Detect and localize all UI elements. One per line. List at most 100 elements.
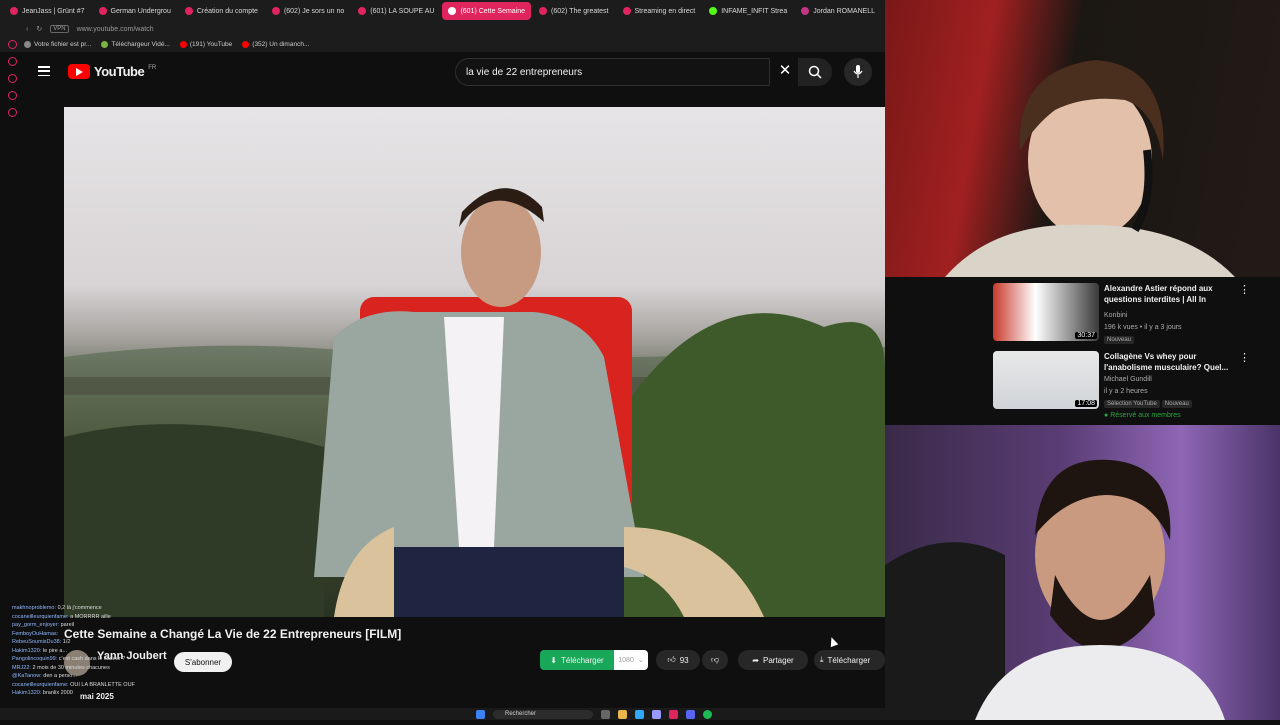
settings-icon[interactable] <box>7 108 17 117</box>
tab-label: JeanJass | Grünt #7 <box>22 7 85 15</box>
youtube-icon <box>242 40 250 48</box>
reload-icon[interactable]: ↻ <box>36 25 42 33</box>
opera-icon[interactable] <box>669 709 678 719</box>
browser-tab-active[interactable]: (601) Cette Semaine <box>442 2 532 20</box>
chat-message: Hakim1320: branlix 2000 <box>12 689 182 698</box>
bookmark-item[interactable]: Votre fichier est pr... <box>24 40 91 48</box>
browser-tab[interactable]: Jordan ROMANELL <box>795 2 881 20</box>
clear-search-icon[interactable]: ✕ <box>776 62 794 80</box>
bookmark-item[interactable]: (191) YouTube <box>179 40 233 48</box>
bookmark-item[interactable]: Téléchargeur Vidé... <box>101 40 170 48</box>
taskbar-search[interactable]: Rechercher <box>493 709 593 719</box>
chat-message: Hakim1320: le pire a... <box>12 647 182 656</box>
chat-user: MRJ22: <box>12 664 31 671</box>
bookmark-label: Téléchargeur Vidé... <box>111 40 170 48</box>
windows-taskbar: Rechercher <box>0 708 885 720</box>
search-button[interactable] <box>798 58 832 86</box>
chat-message: cocaneilleurquienfame: a MORRRR aille <box>12 613 182 622</box>
premiere-icon[interactable] <box>652 709 661 719</box>
x-icon[interactable] <box>7 74 17 83</box>
chat-message: MRJ22: 2 mois de 30 minutes chacunes <box>12 664 182 673</box>
youtube-wordmark: YouTube <box>94 64 145 79</box>
browser-tab[interactable]: German Undergrou <box>93 2 177 20</box>
discord-icon[interactable] <box>686 709 695 719</box>
recommended-video[interactable]: 17:08 Collagène Vs whey pour l'anabolism… <box>993 351 1273 419</box>
tab-label: INFAME_INFIT Strea <box>721 7 788 15</box>
browser-tab[interactable]: INFAME_INFIT Strea <box>703 2 793 20</box>
bookmarks-bar: Votre fichier est pr... Téléchargeur Vid… <box>0 36 885 52</box>
video-thumbnail[interactable]: 30:37 <box>993 283 1099 341</box>
browser-tab[interactable]: (602) The greatest <box>533 2 614 20</box>
new-badge: Nouveau <box>1104 336 1135 344</box>
address-bar[interactable]: ‹ ↻ VPN www.youtube.com/watch <box>0 22 885 36</box>
task-view-icon[interactable] <box>601 709 610 719</box>
windows-start-icon[interactable] <box>476 709 485 719</box>
recommended-panel: 30:37 Alexandre Astier répond aux questi… <box>978 277 1280 425</box>
spotify-icon[interactable] <box>703 709 712 719</box>
tiktok-icon[interactable] <box>7 57 17 66</box>
like-button[interactable]: 👍︎ 93 <box>656 650 700 670</box>
share-button[interactable]: ➦ Partager <box>738 650 808 670</box>
new-badge: Nouveau <box>1161 400 1192 408</box>
tab-label: (601) LA SOUPE AU <box>370 7 435 15</box>
browser-tab[interactable]: Création du compte <box>179 2 264 20</box>
vpn-badge[interactable]: VPN <box>50 25 69 33</box>
recommended-video[interactable]: 30:37 Alexandre Astier répond aux questi… <box>993 283 1273 347</box>
recommended-title[interactable]: Alexandre Astier répond aux questions in… <box>1104 283 1232 305</box>
chat-user: pay_gorm_enjoyer: <box>12 622 60 628</box>
chat-text: branlix 2000 <box>42 690 73 696</box>
history-icon[interactable] <box>7 91 17 100</box>
chat-user: RebeuSoumisDu38: <box>12 639 62 645</box>
browser-tab-bar: JeanJass | Grünt #7 German Undergrou Cré… <box>0 0 885 22</box>
subscribe-button[interactable]: S'abonner <box>174 652 232 672</box>
chevron-down-icon: ⌄ <box>637 657 644 664</box>
browser-tab[interactable]: (601) LA SOUPE AU <box>352 2 440 20</box>
members-icon: ● <box>1104 412 1109 419</box>
browser-tab[interactable]: JeanJass | Grünt #7 <box>4 2 91 20</box>
chat-message: Pangolincoquin99: c'est cash dans le cad… <box>12 655 182 664</box>
chat-user: cocaneilleurquienfame: <box>12 681 69 688</box>
chat-message: pay_gorm_enjoyer: pareil <box>12 621 182 630</box>
browser-tab[interactable]: (602) Je sors un no <box>266 2 350 20</box>
download-icon: ⤓ <box>820 655 824 664</box>
chat-text: den a perso... <box>43 673 77 679</box>
recommended-channel[interactable]: Michael Gundill <box>1104 376 1152 383</box>
bookmark-item[interactable]: (352) Un dimanch... <box>242 40 309 48</box>
back-icon[interactable]: ‹ <box>26 26 28 33</box>
download-extension-button[interactable]: ⬇ Télécharger <box>540 650 614 670</box>
messenger-icon[interactable] <box>7 40 17 49</box>
search-icon <box>808 65 822 79</box>
download-button[interactable]: ⤓ Télécharger <box>814 650 885 670</box>
youtube-logo[interactable]: YouTube FR <box>68 64 156 79</box>
download-label: Télécharger <box>561 655 604 665</box>
youtube-play-icon <box>68 64 90 79</box>
recommended-meta: 196 k vues • il y a 3 jours <box>1104 324 1182 331</box>
browser-sidebar <box>0 36 24 156</box>
tab-label: (602) Je sors un no <box>283 7 345 15</box>
youtube-tab-icon <box>358 7 367 15</box>
quality-select[interactable]: 1080 ⌄ <box>614 650 648 670</box>
more-options-icon[interactable]: ⋮ <box>1239 351 1250 364</box>
instagram-icon <box>801 7 810 15</box>
search-input[interactable]: la vie de 22 entrepreneurs <box>455 58 770 86</box>
webcam-person-top <box>945 60 1235 277</box>
video-player[interactable] <box>64 107 885 617</box>
more-options-icon[interactable]: ⋮ <box>1239 283 1250 296</box>
voice-search-button[interactable] <box>844 58 872 86</box>
dislike-button[interactable]: 👎︎ <box>702 650 728 670</box>
recommended-channel[interactable]: Konbini <box>1104 312 1127 319</box>
youtube-tab-icon <box>10 7 18 15</box>
video-thumbnail[interactable]: 17:08 <box>993 351 1099 409</box>
chat-text: 0,2 là j'commence <box>57 605 102 611</box>
stream-chat-overlay: makhnoproblemo: 0,2 là j'commence cocane… <box>12 604 182 698</box>
browser-tab[interactable]: Streaming en direct <box>617 2 702 20</box>
photoshop-icon[interactable] <box>635 709 644 719</box>
recommended-title[interactable]: Collagène Vs whey pour l'anabolisme musc… <box>1104 351 1232 373</box>
url-text[interactable]: www.youtube.com/watch <box>77 26 154 33</box>
youtube-header: YouTube FR la vie de 22 entrepreneurs ✕ <box>24 52 885 92</box>
share-icon: ➦ <box>752 655 759 665</box>
menu-icon[interactable] <box>38 66 50 76</box>
bookmark-label: (191) YouTube <box>189 40 233 48</box>
file-explorer-icon[interactable] <box>618 709 627 719</box>
chat-text: a MORRRR aille <box>70 613 111 620</box>
